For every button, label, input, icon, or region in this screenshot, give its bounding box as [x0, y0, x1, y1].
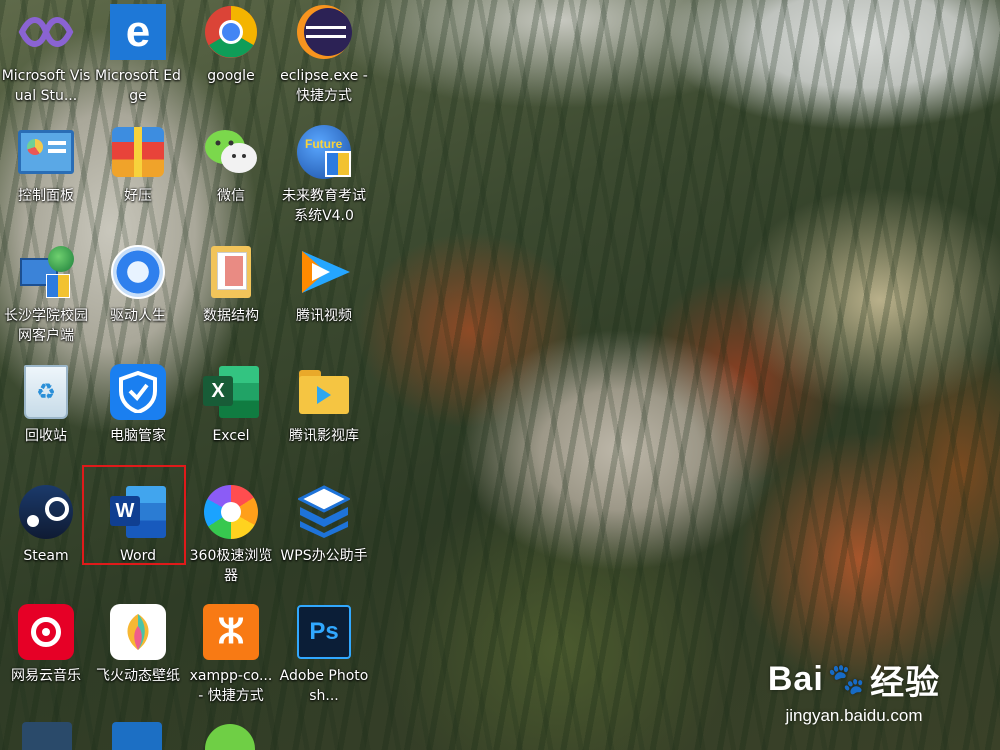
icon-label: 长沙学院校园网客户端: [4, 308, 88, 344]
desktop-icon-visual-studio[interactable]: Microsoft Visual Stu...: [0, 0, 92, 114]
icon-label: Adobe Photosh...: [279, 668, 369, 704]
desktop-icon-netease-music[interactable]: 网易云音乐: [0, 600, 92, 714]
icon-label: 微信: [217, 188, 245, 204]
icon-label: Excel: [212, 428, 250, 444]
partial-icon[interactable]: [205, 724, 255, 750]
icon-label: 驱动人生: [110, 308, 166, 324]
edge-icon: e: [110, 4, 166, 60]
excel-icon: X: [203, 364, 259, 420]
watermark-url: jingyan.baidu.com: [785, 706, 923, 725]
video-folder-icon: [296, 364, 352, 420]
photoshop-icon: Ps: [296, 604, 352, 660]
partial-icon[interactable]: [112, 722, 162, 750]
icon-label: xampp-co... - 快捷方式: [189, 668, 273, 704]
recycle-bin-icon: ♻: [18, 364, 74, 420]
baidu-logo: Bai 🐾 经验: [764, 655, 944, 704]
watermark-logo-text: Bai: [767, 660, 824, 698]
desktop-icon-360-browser[interactable]: 360极速浏览器: [185, 480, 277, 594]
desktop-icon-photoshop[interactable]: Ps Adobe Photosh...: [278, 600, 370, 714]
desktop-icon-future-education[interactable]: Future 未来教育考试系统V4.0: [278, 120, 370, 234]
chrome-icon: [203, 4, 259, 60]
icon-label: 飞火动态壁纸: [96, 668, 180, 684]
desktop-icon-excel[interactable]: X Excel: [185, 360, 277, 474]
360-browser-icon: [203, 484, 259, 540]
icon-label: 电脑管家: [110, 428, 166, 444]
wps-icon: [296, 484, 352, 540]
desktop-icon-data-structure[interactable]: 数据结构: [185, 240, 277, 354]
desktop-icon-driver[interactable]: 驱动人生: [92, 240, 184, 354]
icon-label: 未来教育考试系统V4.0: [282, 188, 366, 224]
watermark-logo-text-2: 经验: [870, 664, 941, 702]
tencent-video-icon: [296, 244, 352, 300]
desktop-icon-steam[interactable]: Steam: [0, 480, 92, 594]
feihuo-wallpaper-icon: [110, 604, 166, 660]
desktop-icon-wps[interactable]: WPS办公助手: [278, 480, 370, 594]
icon-label: eclipse.exe - 快捷方式: [280, 68, 368, 104]
desktop-icon-wechat[interactable]: 微信: [185, 120, 277, 234]
folder-icon: [203, 244, 259, 300]
desktop-icon-edge[interactable]: e Microsoft Edge: [92, 0, 184, 114]
desktop-icon-control-panel[interactable]: 控制面板: [0, 120, 92, 234]
pc-manager-shield-icon: [110, 364, 166, 420]
desktop-icon-eclipse[interactable]: eclipse.exe - 快捷方式: [278, 0, 370, 114]
icon-label: 好压: [124, 188, 152, 204]
desktop-icon-pc-manager[interactable]: 电脑管家: [92, 360, 184, 474]
baidu-jingyan-watermark: Bai 🐾 经验 jingyan.baidu.com: [764, 655, 944, 726]
xampp-icon: ⵣ: [203, 604, 259, 660]
icon-label: 腾讯影视库: [289, 428, 359, 444]
selection-highlight: [82, 465, 186, 565]
desktop-icon-feihuo[interactable]: 飞火动态壁纸: [92, 600, 184, 714]
icon-label: 数据结构: [203, 308, 259, 324]
icon-label: 360极速浏览器: [189, 548, 273, 584]
icon-label: 网易云音乐: [11, 668, 81, 684]
icon-label: WPS办公助手: [280, 548, 368, 564]
desktop-icon-tencent-video[interactable]: 腾讯视频: [278, 240, 370, 354]
campus-network-icon: [18, 244, 74, 300]
icon-label: 腾讯视频: [296, 308, 352, 324]
icon-label: Microsoft Visual Stu...: [1, 68, 91, 104]
icon-label: 回收站: [25, 428, 67, 444]
driver-gear-icon: [110, 244, 166, 300]
desktop-icon-tencent-library[interactable]: 腾讯影视库: [278, 360, 370, 474]
visual-studio-icon: [18, 4, 74, 60]
future-education-icon: Future: [296, 124, 352, 180]
desktop-icon-xampp[interactable]: ⵣ xampp-co... - 快捷方式: [185, 600, 277, 714]
partial-icon[interactable]: [22, 722, 72, 750]
desktop-icon-campus-network[interactable]: 长沙学院校园网客户端: [0, 240, 92, 354]
eclipse-icon: [296, 4, 352, 60]
icon-label: Microsoft Edge: [95, 68, 181, 104]
netease-music-icon: [18, 604, 74, 660]
desktop-icon-haozip[interactable]: 好压: [92, 120, 184, 234]
icon-label: google: [207, 68, 255, 84]
desktop-icon-google[interactable]: google: [185, 0, 277, 114]
wechat-icon: [203, 124, 259, 180]
icon-label: Steam: [23, 548, 69, 564]
steam-icon: [18, 484, 74, 540]
haozip-icon: [110, 124, 166, 180]
desktop-icon-recycle-bin[interactable]: ♻ 回收站: [0, 360, 92, 474]
icon-label: 控制面板: [18, 188, 74, 204]
control-panel-icon: [18, 124, 74, 180]
paw-icon: 🐾: [827, 663, 867, 696]
